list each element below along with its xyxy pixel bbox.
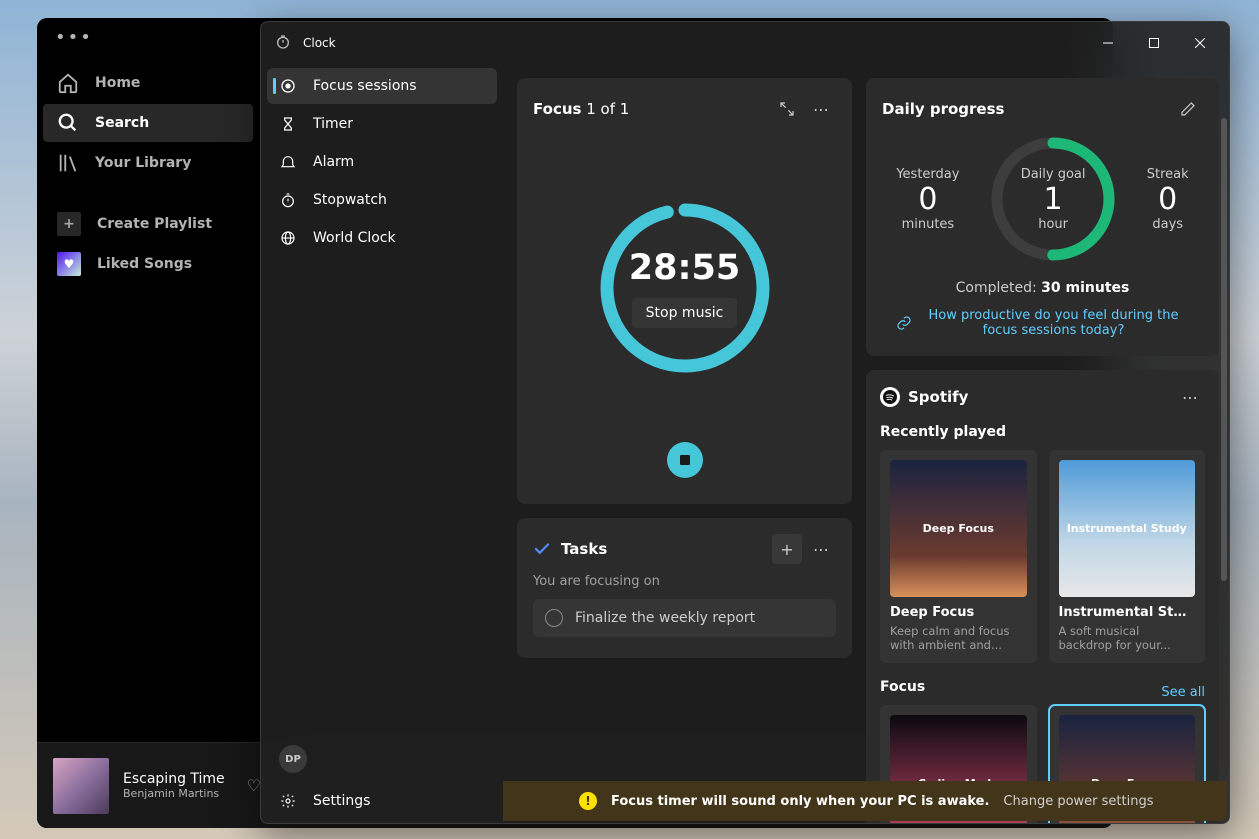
recently-played-heading: Recently played xyxy=(880,424,1205,440)
library-icon xyxy=(57,152,79,174)
nav-item-settings[interactable]: Settings xyxy=(267,783,497,819)
clock-nav: Focus sessions Timer Alarm Stopwatch Wor… xyxy=(261,64,503,823)
alarm-icon xyxy=(279,154,297,170)
spotify-integration-card: Spotify ⋯ Recently played Deep Focus Dee… xyxy=(866,370,1219,823)
plus-icon: + xyxy=(57,212,81,236)
world-clock-icon xyxy=(279,230,297,246)
add-task-button[interactable]: + xyxy=(772,534,802,564)
more-icon[interactable]: ⋯ xyxy=(806,94,836,124)
home-icon xyxy=(57,72,79,94)
sidebar-item-library[interactable]: Your Library xyxy=(43,144,253,182)
sidebar-item-search[interactable]: Search xyxy=(43,104,253,142)
task-text: Finalize the weekly report xyxy=(575,610,755,626)
sidebar-item-home[interactable]: Home xyxy=(43,64,253,102)
more-icon[interactable]: ⋯ xyxy=(806,534,836,564)
album-art[interactable] xyxy=(53,758,109,814)
search-icon xyxy=(57,112,79,134)
stop-music-button[interactable]: Stop music xyxy=(632,298,738,328)
focusing-on-label: You are focusing on xyxy=(533,574,836,589)
playlist-card-deep-focus[interactable]: Deep Focus Deep Focus Keep calm and focu… xyxy=(880,450,1037,663)
focus-section-heading: Focus xyxy=(880,679,925,695)
close-button[interactable] xyxy=(1177,27,1223,59)
nav-item-focus-sessions[interactable]: Focus sessions xyxy=(267,68,497,104)
gear-icon xyxy=(279,793,297,809)
nav-label: Settings xyxy=(313,793,370,809)
nav-label: Timer xyxy=(313,116,353,132)
progress-title: Daily progress xyxy=(882,100,1004,118)
focus-time-remaining: 28:55 xyxy=(629,248,740,288)
clock-app-icon xyxy=(275,34,291,53)
track-title[interactable]: Escaping Time xyxy=(123,771,225,787)
nav-label: Focus sessions xyxy=(313,78,417,94)
notification-text: Focus timer will sound only when your PC… xyxy=(611,794,989,809)
nav-label: World Clock xyxy=(313,230,396,246)
playlist-card-instrumental-study[interactable]: Instrumental Study Instrumental Study A … xyxy=(1049,450,1206,663)
sidebar-label: Search xyxy=(95,115,149,131)
see-all-link[interactable]: See all xyxy=(1161,685,1205,700)
sidebar-label: Your Library xyxy=(95,155,191,171)
content-scrollbar[interactable] xyxy=(1221,118,1227,779)
clock-titlebar[interactable]: Clock xyxy=(261,22,1229,64)
tasks-title: Tasks xyxy=(561,540,607,558)
playlist-art: Deep Focus xyxy=(890,460,1027,597)
task-item[interactable]: Finalize the weekly report xyxy=(533,599,836,637)
sidebar-label: Home xyxy=(95,75,140,91)
track-artist[interactable]: Benjamin Martins xyxy=(123,787,225,800)
spotify-logo-icon xyxy=(880,387,900,407)
daily-goal-ring: Daily goal 1 hour xyxy=(988,134,1118,264)
nav-item-world-clock[interactable]: World Clock xyxy=(267,220,497,256)
heart-icon: ♥ xyxy=(57,252,81,276)
stopwatch-icon xyxy=(279,192,297,208)
notification-action-link[interactable]: Change power settings xyxy=(1003,794,1153,809)
productivity-prompt-link[interactable]: How productive do you feel during the fo… xyxy=(882,308,1203,338)
warning-icon: ! xyxy=(579,792,597,810)
sidebar-item-create-playlist[interactable]: + Create Playlist xyxy=(43,204,253,244)
stat-yesterday: Yesterday 0 minutes xyxy=(896,167,959,232)
nav-item-alarm[interactable]: Alarm xyxy=(267,144,497,180)
spotify-brand-label: Spotify xyxy=(908,388,968,406)
timer-icon xyxy=(279,116,297,132)
minimize-button[interactable] xyxy=(1085,27,1131,59)
sidebar-item-liked-songs[interactable]: ♥ Liked Songs xyxy=(43,244,253,284)
task-checkbox[interactable] xyxy=(545,609,563,627)
daily-progress-card: Daily progress Yesterday 0 minutes xyxy=(866,78,1219,356)
more-icon[interactable]: ⋯ xyxy=(1175,382,1205,412)
stop-session-button[interactable] xyxy=(667,442,703,478)
like-track-icon[interactable]: ♡ xyxy=(247,776,261,795)
focus-icon xyxy=(279,78,297,94)
focus-title: Focus 1 of 1 xyxy=(533,100,629,118)
profile-badge[interactable]: DP xyxy=(279,745,307,773)
nav-item-stopwatch[interactable]: Stopwatch xyxy=(267,182,497,218)
completed-text: Completed: 30 minutes xyxy=(882,280,1203,296)
tasks-card: Tasks + ⋯ You are focusing on Finalize t… xyxy=(517,518,852,658)
focus-session-card: Focus 1 of 1 ⋯ 28:5 xyxy=(517,78,852,504)
notification-bar: ! Focus timer will sound only when your … xyxy=(503,781,1227,821)
playlist-art: Instrumental Study xyxy=(1059,460,1196,597)
sidebar-label: Liked Songs xyxy=(97,256,192,272)
nav-label: Alarm xyxy=(313,154,354,170)
edit-icon[interactable] xyxy=(1173,94,1203,124)
sidebar-label: Create Playlist xyxy=(97,216,212,232)
nav-label: Stopwatch xyxy=(313,192,387,208)
stat-streak: Streak 0 days xyxy=(1147,167,1189,232)
focus-progress-ring: 28:55 Stop music xyxy=(595,198,775,378)
app-title: Clock xyxy=(303,36,336,50)
todo-icon xyxy=(533,540,551,558)
nav-item-timer[interactable]: Timer xyxy=(267,106,497,142)
clock-window: Clock Focus sessions Timer Alarm Sto xyxy=(260,21,1230,824)
spotify-menu-dots[interactable]: ••• xyxy=(55,27,93,48)
link-icon xyxy=(896,315,912,331)
expand-icon[interactable] xyxy=(772,94,802,124)
maximize-button[interactable] xyxy=(1131,27,1177,59)
spotify-sidebar: Home Search Your Library + Create Playli… xyxy=(37,56,259,828)
